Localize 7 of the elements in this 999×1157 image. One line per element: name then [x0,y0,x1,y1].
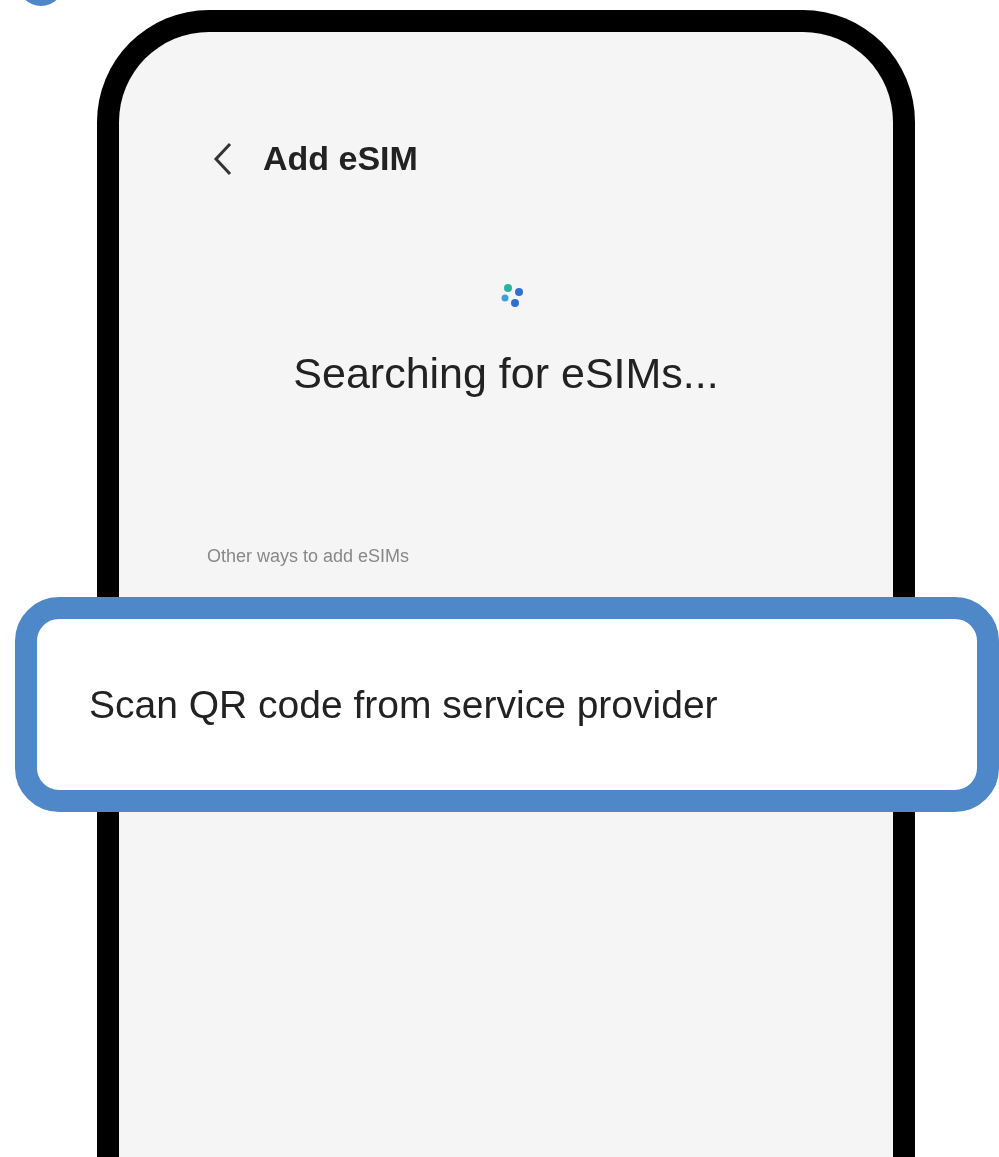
option-label: Scan QR code from service provider [89,682,718,727]
back-icon[interactable] [213,141,233,176]
loading-icon [500,283,526,309]
screen-title: Add eSIM [263,139,418,178]
status-text: Searching for eSIMs... [293,349,719,398]
section-label: Other ways to add eSIMs [207,546,411,567]
option-row[interactable]: Scan QR code from service provider [15,597,999,812]
